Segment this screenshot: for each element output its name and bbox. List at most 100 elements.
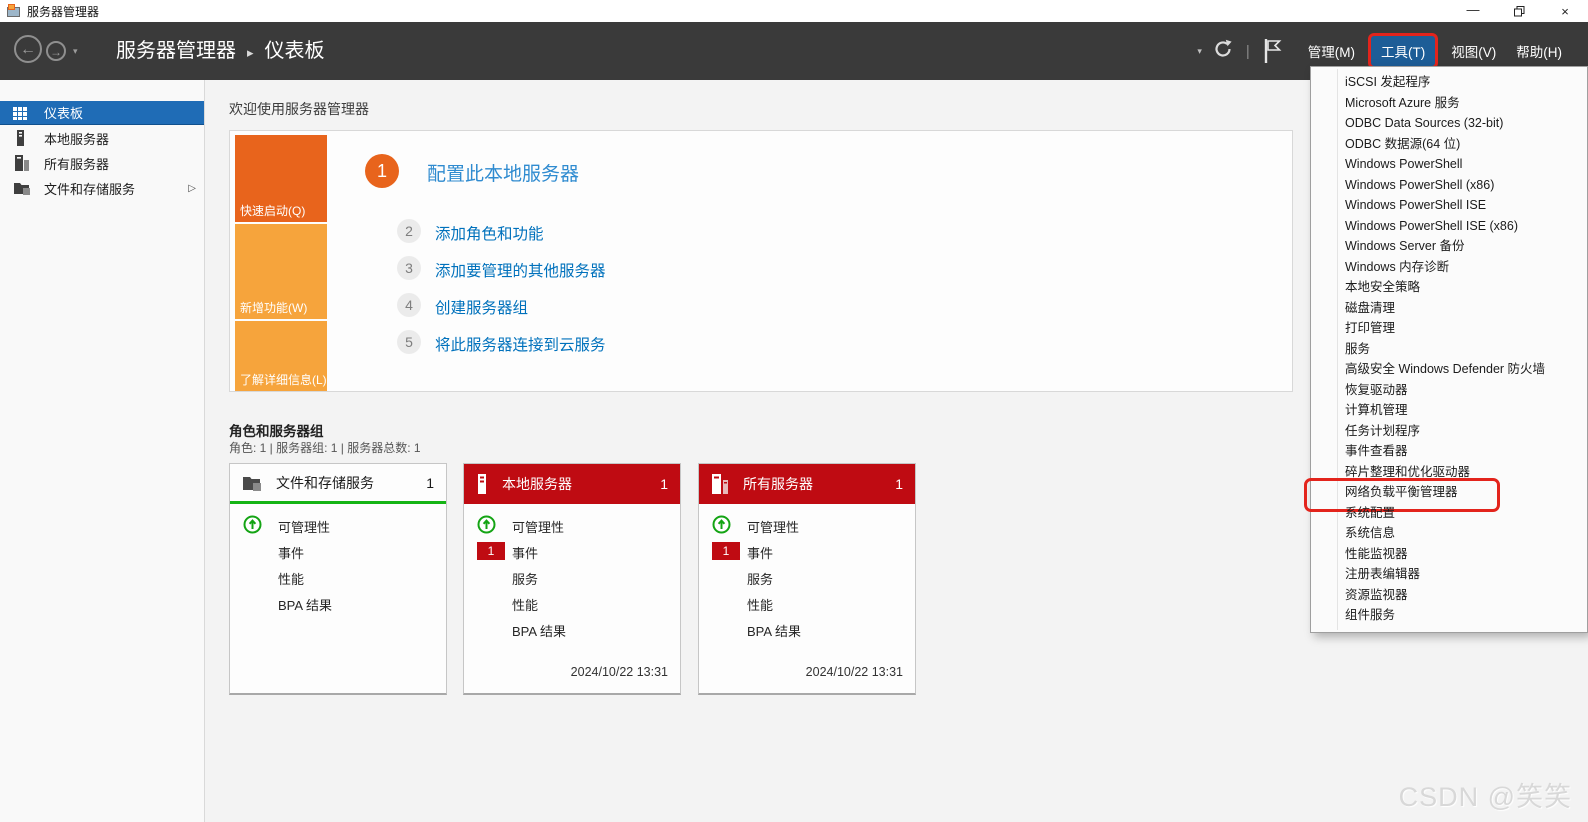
card-row-link[interactable]: 事件: [278, 543, 304, 562]
sidebar-item-local-server[interactable]: 本地服务器: [0, 126, 204, 150]
step-link[interactable]: 将此服务器连接到云服务: [435, 333, 606, 355]
tools-menu-item[interactable]: Windows PowerShell (x86): [1311, 175, 1587, 196]
tools-menu-item[interactable]: 任务计划程序: [1311, 421, 1587, 442]
notifications-caret-icon[interactable]: ▾: [1197, 46, 1202, 57]
card-row-link[interactable]: 性能: [747, 595, 773, 614]
tools-menu-item[interactable]: Windows PowerShell ISE (x86): [1311, 216, 1587, 237]
dashboard-grid-icon: [13, 105, 29, 121]
menu-item-label: 系统配置: [1345, 506, 1395, 520]
tools-menu-item[interactable]: ODBC 数据源(64 位): [1311, 134, 1587, 155]
sidebar-item-file-storage-services[interactable]: 文件和存储服务 ▷: [0, 176, 204, 200]
card-row-link[interactable]: 可管理性: [747, 517, 799, 536]
tools-dropdown-menu: iSCSI 发起程序 Microsoft Azure 服务 ODBC Data …: [1310, 66, 1588, 633]
card-row-link[interactable]: 可管理性: [512, 517, 564, 536]
step-number-badge: 2: [397, 219, 421, 243]
card-row-link[interactable]: BPA 结果: [278, 595, 332, 614]
tools-menu-item[interactable]: 计算机管理: [1311, 400, 1587, 421]
card-row-link[interactable]: 事件: [747, 543, 773, 562]
menu-item-label: 性能监视器: [1345, 547, 1408, 561]
menu-view[interactable]: 视图(V): [1441, 36, 1506, 66]
tools-menu-item[interactable]: 网络负载平衡管理器: [1311, 482, 1587, 503]
tools-menu-item[interactable]: 事件查看器: [1311, 441, 1587, 462]
card-title: 文件和存储服务: [276, 473, 374, 493]
tab-whats-new[interactable]: 新增功能(W): [235, 224, 327, 319]
card-row-link[interactable]: 性能: [278, 569, 304, 588]
expand-arrow-icon[interactable]: ▷: [188, 183, 196, 194]
card-row-link[interactable]: 服务: [512, 569, 538, 588]
tools-menu-item[interactable]: 高级安全 Windows Defender 防火墙: [1311, 359, 1587, 380]
card-row-link[interactable]: BPA 结果: [512, 621, 566, 640]
card-row-link[interactable]: 事件: [512, 543, 538, 562]
tools-menu-item[interactable]: 碎片整理和优化驱动器: [1311, 462, 1587, 483]
step-link[interactable]: 配置此本地服务器: [427, 159, 579, 186]
menu-item-label: 计算机管理: [1345, 403, 1408, 417]
tools-menu-item[interactable]: 组件服务: [1311, 605, 1587, 626]
tools-menu-item[interactable]: Microsoft Azure 服务: [1311, 93, 1587, 114]
tools-menu-item[interactable]: 打印管理: [1311, 318, 1587, 339]
menu-manage[interactable]: 管理(M): [1298, 36, 1365, 66]
card-row-link[interactable]: 性能: [512, 595, 538, 614]
tab-learn-more[interactable]: 了解详细信息(L): [235, 321, 327, 391]
tools-menu-item[interactable]: ODBC Data Sources (32-bit): [1311, 113, 1587, 134]
card-header[interactable]: 文件和存储服务 1: [230, 464, 446, 504]
card-count: 1: [426, 475, 434, 491]
tools-menu-item[interactable]: Windows PowerShell: [1311, 154, 1587, 175]
restore-button[interactable]: [1496, 0, 1542, 22]
tools-menu-item[interactable]: Windows PowerShell ISE: [1311, 195, 1587, 216]
quickstart-panel: 快速启动(Q) 新增功能(W) 了解详细信息(L) 1 配置此本地服务器 2 添…: [229, 130, 1293, 392]
card-row-link[interactable]: 可管理性: [278, 517, 330, 536]
tools-menu-item[interactable]: 资源监视器: [1311, 585, 1587, 606]
forward-button[interactable]: →: [46, 41, 66, 61]
tools-menu-item[interactable]: 系统信息: [1311, 523, 1587, 544]
tools-menu-item[interactable]: 恢复驱动器: [1311, 380, 1587, 401]
sidebar-item-label: 本地服务器: [44, 129, 109, 148]
nav-history-caret-icon[interactable]: ▾: [73, 46, 78, 57]
card-timestamp: 2024/10/22 13:31: [571, 665, 668, 679]
minimize-button[interactable]: —: [1450, 0, 1496, 22]
file-storage-icon: [13, 180, 31, 196]
step-link[interactable]: 创建服务器组: [435, 296, 528, 318]
tools-menu-item[interactable]: 本地安全策略: [1311, 277, 1587, 298]
watermark: CSDN @笑笑: [1399, 775, 1572, 814]
card-title: 本地服务器: [502, 474, 572, 494]
breadcrumb: 服务器管理器▸仪表板: [116, 22, 325, 80]
sidebar-item-all-servers[interactable]: 所有服务器: [0, 151, 204, 175]
sidebar-item-dashboard[interactable]: 仪表板: [0, 101, 204, 125]
tab-label: 了解详细信息(L): [240, 371, 327, 388]
breadcrumb-root[interactable]: 服务器管理器: [116, 40, 236, 62]
sidebar-item-label: 仪表板: [44, 103, 83, 122]
breadcrumb-separator-icon: ▸: [247, 45, 254, 60]
tools-menu-item[interactable]: 磁盘清理: [1311, 298, 1587, 319]
close-button[interactable]: ×: [1542, 0, 1588, 22]
menu-item-label: ODBC 数据源(64 位): [1345, 137, 1460, 151]
card-header[interactable]: 本地服务器 1: [464, 464, 680, 504]
card-row-link[interactable]: 服务: [747, 569, 773, 588]
card-row-performance: 性能: [230, 565, 446, 591]
tools-menu-item[interactable]: 服务: [1311, 339, 1587, 360]
tab-quick-start[interactable]: 快速启动(Q): [235, 135, 327, 222]
card-row-link[interactable]: BPA 结果: [747, 621, 801, 640]
card-header[interactable]: 所有服务器 1: [699, 464, 915, 504]
sidebar-item-label: 所有服务器: [44, 154, 109, 173]
menu-item-label: Windows PowerShell ISE (x86): [1345, 219, 1518, 233]
menu-help[interactable]: 帮助(H): [1506, 36, 1572, 66]
back-button[interactable]: ←: [14, 35, 42, 63]
local-server-icon: [476, 474, 488, 494]
menu-item-label: iSCSI 发起程序: [1345, 75, 1430, 89]
tools-menu-item[interactable]: Windows 内存诊断: [1311, 257, 1587, 278]
tools-menu-item[interactable]: 注册表编辑器: [1311, 564, 1587, 585]
tools-menu-item[interactable]: 性能监视器: [1311, 544, 1587, 565]
tools-menu-item[interactable]: Windows Server 备份: [1311, 236, 1587, 257]
step-link[interactable]: 添加角色和功能: [435, 222, 544, 244]
card-row-manageability: 可管理性: [230, 513, 446, 539]
header-separator: |: [1246, 43, 1250, 60]
step-number-badge: 3: [397, 256, 421, 280]
sidebar: 仪表板 本地服务器 所有服务器 文件和存储服务 ▷: [0, 80, 205, 822]
step-link[interactable]: 添加要管理的其他服务器: [435, 259, 606, 281]
manageability-up-icon: [477, 515, 496, 534]
tools-menu-item[interactable]: iSCSI 发起程序: [1311, 72, 1587, 93]
menu-tools[interactable]: 工具(T): [1371, 36, 1435, 66]
flag-notifications-icon[interactable]: [1262, 38, 1282, 64]
refresh-icon[interactable]: [1212, 38, 1234, 65]
tools-menu-item[interactable]: 系统配置: [1311, 503, 1587, 524]
